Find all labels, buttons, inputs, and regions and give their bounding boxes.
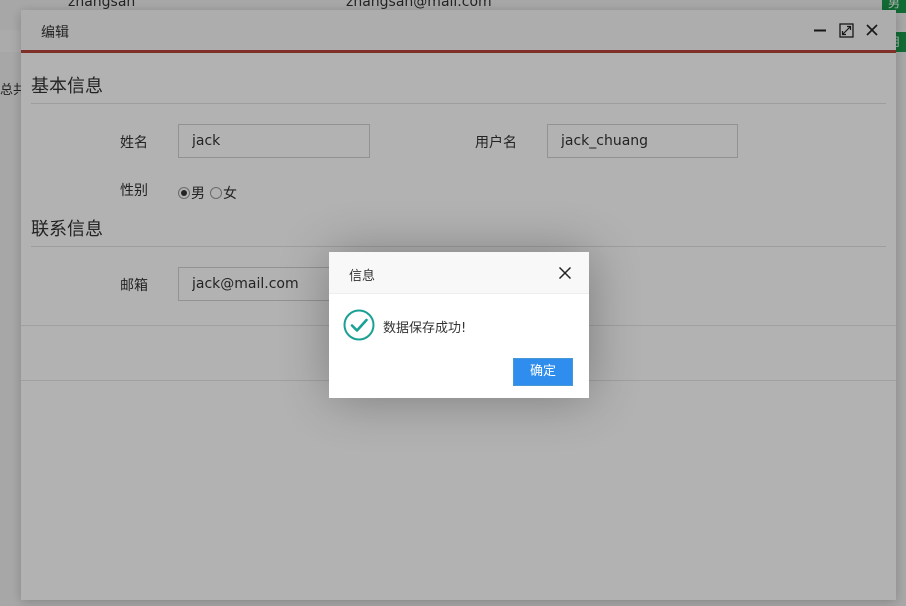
message-dialog-title: 信息 <box>349 269 376 284</box>
message-dialog: 信息 数据保存成功! 确定 <box>329 252 589 398</box>
confirm-button[interactable]: 确定 <box>513 358 573 386</box>
success-check-icon <box>343 309 375 341</box>
message-dialog-titlebar[interactable]: 信息 <box>329 252 589 294</box>
close-icon[interactable] <box>558 266 572 280</box>
message-text: 数据保存成功! <box>383 321 467 336</box>
